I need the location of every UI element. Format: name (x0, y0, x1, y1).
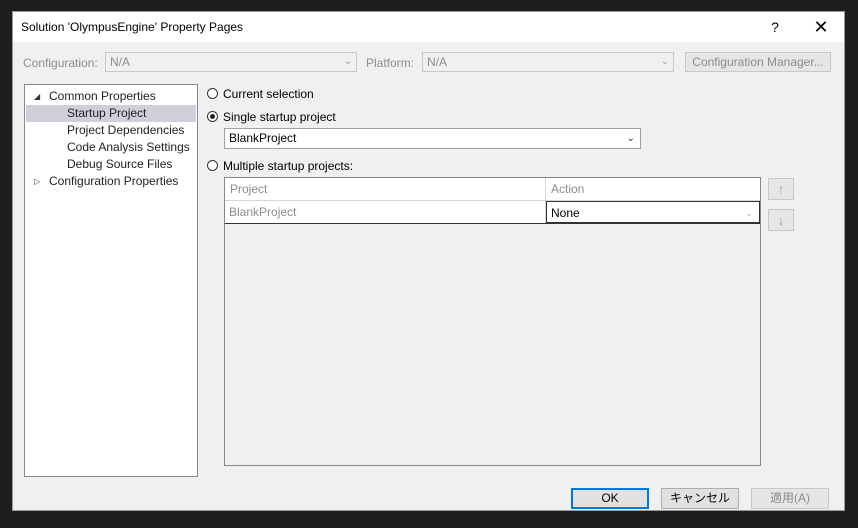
tree-item-common-properties[interactable]: ◢ Common Properties (26, 88, 196, 105)
platform-label: Platform: (366, 56, 415, 70)
chevron-down-icon: ⌄ (626, 133, 635, 144)
project-cell: BlankProject (225, 201, 546, 223)
property-tree: ◢ Common Properties Startup Project Proj… (24, 84, 198, 477)
move-down-button[interactable]: ↓ (768, 209, 794, 231)
expand-arrow-icon[interactable]: ◢ (34, 88, 40, 105)
startup-projects-grid: Project Action BlankProject None ⌄ (224, 177, 761, 466)
current-selection-label: Current selection (223, 87, 314, 101)
single-startup-select[interactable]: BlankProject ⌄ (224, 128, 641, 149)
radio-button[interactable] (207, 160, 218, 171)
action-select[interactable]: None ⌄ (546, 201, 760, 223)
dialog-title: Solution 'OlympusEngine' Property Pages (21, 20, 244, 34)
configuration-select[interactable]: N/A ⌄ (105, 52, 357, 72)
configuration-manager-button[interactable]: Configuration Manager... (685, 52, 831, 72)
action-select-value: None (551, 206, 580, 220)
radio-button-checked[interactable] (207, 111, 218, 122)
tree-item-label: Startup Project (67, 106, 147, 120)
tree-item-label: Debug Source Files (67, 157, 173, 171)
move-up-button[interactable]: ↑ (768, 178, 794, 200)
tree-item-debug-source-files[interactable]: Debug Source Files (26, 156, 196, 173)
tree-item-label: Common Properties (49, 89, 156, 103)
tree-item-label: Project Dependencies (67, 123, 185, 137)
close-icon[interactable]: ✕ (810, 16, 832, 38)
single-startup-select-value: BlankProject (229, 131, 297, 145)
ok-button[interactable]: OK (571, 488, 649, 509)
tree-item-startup-project[interactable]: Startup Project (26, 105, 196, 122)
chevron-down-icon: ⌄ (745, 208, 753, 218)
help-icon[interactable]: ? (764, 16, 786, 38)
expand-arrow-icon[interactable]: ▷ (34, 173, 40, 190)
configuration-select-value: N/A (110, 55, 131, 69)
property-pages-dialog: Solution 'OlympusEngine' Property Pages … (12, 11, 845, 511)
multiple-startup-label: Multiple startup projects: (223, 159, 354, 173)
single-startup-label: Single startup project (223, 110, 336, 124)
tree-item-configuration-properties[interactable]: ▷ Configuration Properties (26, 173, 196, 190)
apply-button[interactable]: 適用(A) (751, 488, 829, 509)
cancel-button[interactable]: キャンセル (661, 488, 739, 509)
arrow-up-icon: ↑ (777, 181, 785, 197)
arrow-down-icon: ↓ (777, 212, 785, 228)
tree-item-label: Code Analysis Settings (67, 140, 190, 154)
tree-item-code-analysis-settings[interactable]: Code Analysis Settings (26, 139, 196, 156)
chevron-down-icon: ⌄ (660, 56, 669, 67)
platform-select-value: N/A (427, 55, 448, 69)
title-bar: Solution 'OlympusEngine' Property Pages … (13, 12, 844, 42)
grid-header: Project Action (225, 178, 760, 201)
column-header-action[interactable]: Action (546, 178, 760, 200)
chevron-down-icon: ⌄ (343, 56, 352, 67)
configuration-label: Configuration: (23, 56, 98, 70)
radio-button[interactable] (207, 88, 218, 99)
tree-item-project-dependencies[interactable]: Project Dependencies (26, 122, 196, 139)
table-row[interactable]: BlankProject None ⌄ (225, 201, 760, 224)
tree-item-label: Configuration Properties (49, 174, 179, 188)
column-header-project[interactable]: Project (225, 178, 546, 200)
platform-select[interactable]: N/A ⌄ (422, 52, 674, 72)
